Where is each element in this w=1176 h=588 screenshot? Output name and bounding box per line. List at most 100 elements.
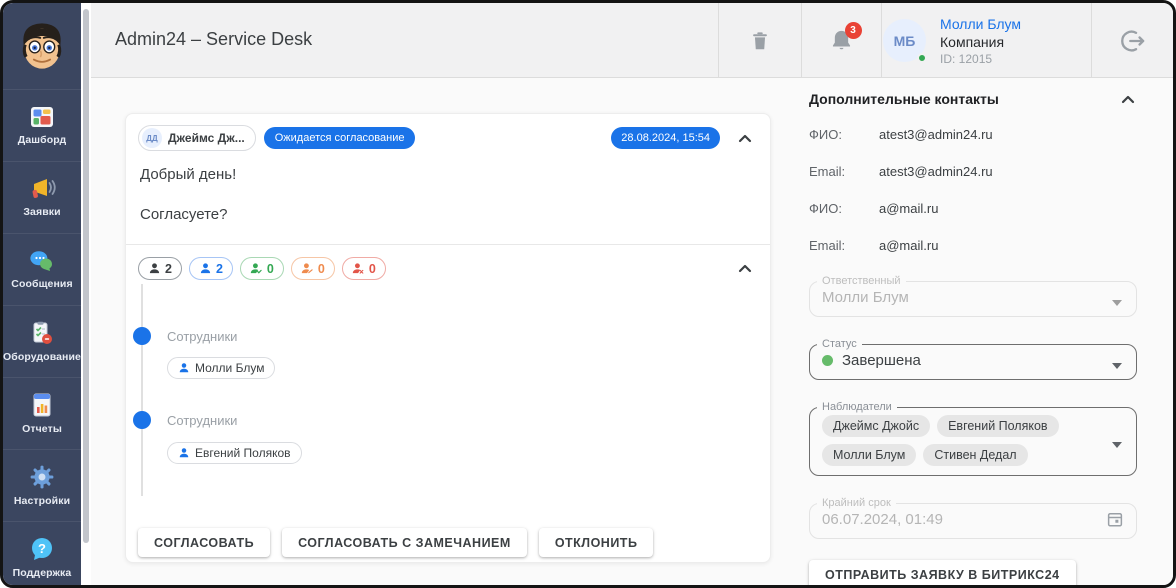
chat-bubbles-icon xyxy=(29,249,55,273)
reject-button[interactable]: ОТКЛОНИТЬ xyxy=(538,528,654,557)
timeline-person-chip[interactable]: Молли Блум xyxy=(167,357,276,379)
sidebar-item-equipment[interactable]: Оборудование xyxy=(3,305,81,377)
counter-pending[interactable]: 2 xyxy=(188,257,233,280)
chevron-up-icon xyxy=(1121,95,1135,104)
approval-status-badge: Ожидается согласование xyxy=(263,127,416,149)
sidebar-item-reports[interactable]: Отчеты xyxy=(3,377,81,449)
contact-row: ФИО: atest3@admin24.ru xyxy=(809,127,1139,142)
report-icon xyxy=(30,392,54,418)
watcher-chip[interactable]: Стивен Дедал xyxy=(923,444,1028,466)
sidebar-scrollbar-thumb[interactable] xyxy=(83,9,89,543)
header-divider xyxy=(881,3,882,78)
sidebar-item-label: Поддержка xyxy=(12,567,72,579)
contact-value: atest3@admin24.ru xyxy=(879,164,993,179)
sidebar-item-dashboard[interactable]: Дашборд xyxy=(3,89,81,161)
app-window: Дашборд Заявки Сообщения Оборудование От… xyxy=(0,0,1176,588)
contact-label: Email: xyxy=(809,238,846,253)
message-text-line: Добрый день! xyxy=(140,166,237,183)
sidebar-item-label: Отчеты xyxy=(22,423,62,435)
avatar-face-icon xyxy=(13,18,71,74)
timeline-dot xyxy=(133,411,151,429)
send-to-bitrix-button[interactable]: ОТПРАВИТЬ ЗАЯВКУ В БИТРИКС24 xyxy=(809,560,1076,585)
counter-value: 0 xyxy=(317,261,325,276)
status-value: Завершена xyxy=(842,351,921,369)
user-id: ID: 12015 xyxy=(940,51,993,66)
logout-button[interactable] xyxy=(1091,3,1173,78)
online-status-dot xyxy=(917,53,927,63)
person-slash-icon xyxy=(301,262,314,275)
counter-value: 0 xyxy=(266,261,274,276)
responsible-select: Ответственный Молли Блум xyxy=(809,275,1137,317)
deadline-value: 06.07.2024, 01:49 xyxy=(822,510,943,528)
details-title: Дополнительные контакты xyxy=(809,91,999,107)
person-icon xyxy=(178,362,190,374)
approve-button[interactable]: СОГЛАСОВАТЬ xyxy=(138,528,271,557)
sidebar-item-tickets[interactable]: Заявки xyxy=(3,161,81,233)
logout-icon xyxy=(1118,27,1146,55)
counter-approved-with-remark[interactable]: 0 xyxy=(290,257,335,280)
contact-row: Email: a@mail.ru xyxy=(809,238,1139,253)
sidebar-user-avatar[interactable] xyxy=(3,3,81,89)
watchers-select[interactable]: Наблюдатели Джеймс Джойс Евгений Поляков… xyxy=(809,401,1137,476)
status-select[interactable]: Статус Завершена xyxy=(809,338,1137,380)
dashboard-icon xyxy=(29,105,55,129)
collapse-approvers-button[interactable] xyxy=(734,262,756,275)
contact-value: atest3@admin24.ru xyxy=(879,127,993,142)
responsible-value: Молли Блум xyxy=(822,288,909,306)
message-header: ДД Джеймс Дж... Ожидается согласование 2… xyxy=(138,125,756,151)
approval-actions: СОГЛАСОВАТЬ СОГЛАСОВАТЬ С ЗАМЕЧАНИЕМ ОТК… xyxy=(138,528,654,557)
person-check-icon xyxy=(250,262,263,275)
author-avatar: ДД xyxy=(142,128,162,148)
trash-button[interactable] xyxy=(718,3,801,78)
collapse-message-button[interactable] xyxy=(734,132,756,145)
watcher-chip[interactable]: Джеймс Джойс xyxy=(822,415,931,437)
dropdown-arrow-icon xyxy=(1112,442,1122,448)
sidebar-item-settings[interactable]: Настройки xyxy=(3,449,81,521)
calendar-icon xyxy=(1106,510,1124,528)
main-content: ДД Джеймс Дж... Ожидается согласование 2… xyxy=(91,78,1173,585)
watcher-chip[interactable]: Евгений Поляков xyxy=(937,415,1059,437)
counter-value: 2 xyxy=(165,261,172,276)
counter-all[interactable]: 2 xyxy=(138,257,182,280)
approval-counters: 2 2 0 0 0 xyxy=(138,257,756,280)
contact-label: ФИО: xyxy=(809,127,842,142)
notifications-button[interactable]: 3 xyxy=(801,3,881,78)
timeline-person-chip[interactable]: Евгений Поляков xyxy=(167,442,302,464)
ticket-card: ДД Джеймс Дж... Ожидается согласование 2… xyxy=(125,113,771,563)
svg-text:?: ? xyxy=(38,541,46,556)
contact-row: Email: atest3@admin24.ru xyxy=(809,164,1139,179)
sidebar-scrollbar[interactable] xyxy=(81,3,91,585)
status-dot xyxy=(822,354,833,366)
person-name: Евгений Поляков xyxy=(195,446,291,460)
author-chip[interactable]: ДД Джеймс Дж... xyxy=(138,125,256,151)
timeline-line xyxy=(141,284,143,496)
contact-row: ФИО: a@mail.ru xyxy=(809,201,1139,216)
current-user[interactable]: МБ Молли Блум Компания ID: 12015 xyxy=(883,3,1021,78)
sidebar-item-support[interactable]: ? Поддержка xyxy=(3,521,81,585)
person-x-icon xyxy=(352,262,365,275)
sidebar-item-messages[interactable]: Сообщения xyxy=(3,233,81,305)
sidebar-item-label: Настройки xyxy=(13,495,71,507)
timeline-group-label: Сотрудники xyxy=(167,329,238,344)
status-label: Статус xyxy=(822,338,857,350)
counter-value: 0 xyxy=(368,261,376,276)
approve-with-remark-button[interactable]: СОГЛАСОВАТЬ С ЗАМЕЧАНИЕМ xyxy=(282,528,527,557)
user-company: Компания xyxy=(940,33,1005,50)
counter-approved[interactable]: 0 xyxy=(239,257,284,280)
dropdown-arrow-icon xyxy=(1112,299,1122,306)
contact-label: ФИО: xyxy=(809,201,842,216)
gear-icon xyxy=(29,464,55,490)
app-title: Admin24 – Service Desk xyxy=(115,29,313,49)
question-bubble-icon: ? xyxy=(29,536,55,562)
card-divider xyxy=(126,244,770,245)
person-icon xyxy=(199,262,212,275)
responsible-label: Ответственный xyxy=(822,275,901,287)
megaphone-icon xyxy=(28,177,56,201)
contact-value: a@mail.ru xyxy=(879,201,939,216)
watcher-chip[interactable]: Молли Блум xyxy=(822,444,917,466)
clipboard-icon xyxy=(29,320,55,346)
counter-value: 2 xyxy=(215,261,223,276)
sidebar-item-label: Дашборд xyxy=(17,134,67,146)
counter-rejected[interactable]: 0 xyxy=(341,257,386,280)
collapse-details-button[interactable] xyxy=(1117,93,1139,106)
